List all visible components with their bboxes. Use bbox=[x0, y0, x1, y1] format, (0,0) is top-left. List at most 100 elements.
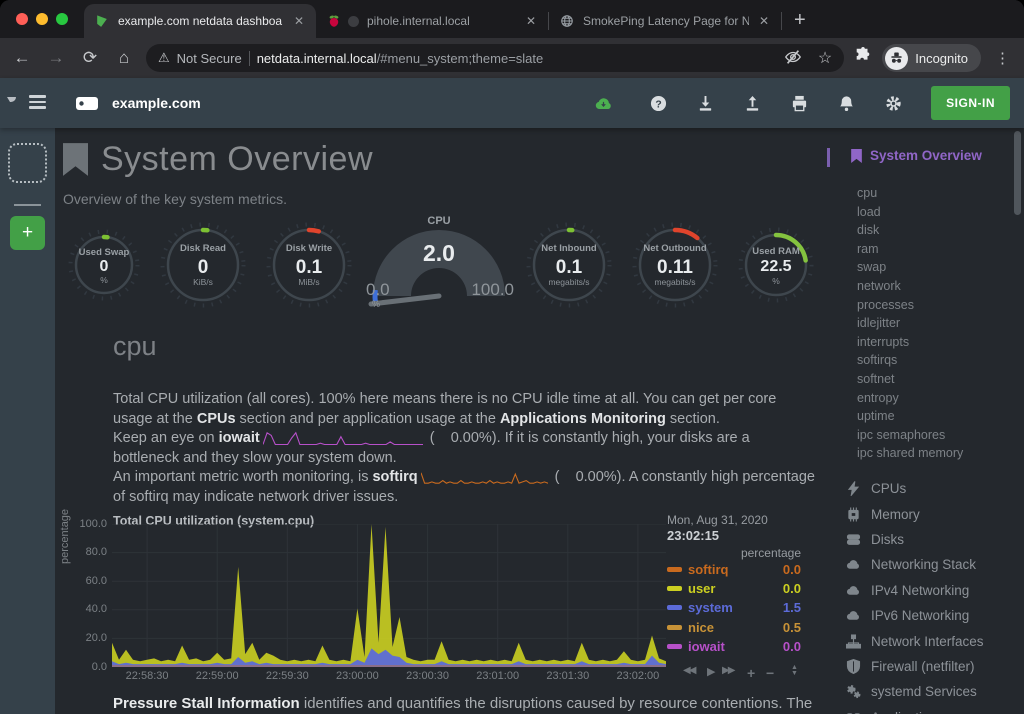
gauge-used-ram[interactable]: Used RAM 22.5 % bbox=[737, 226, 815, 304]
bookmark-star-icon[interactable]: ☆ bbox=[818, 48, 832, 68]
tab-smokeping[interactable]: SmokePing Latency Page for N ✕ bbox=[549, 4, 781, 38]
extensions-puzzle-icon[interactable] bbox=[854, 47, 872, 70]
chart-rewind-icon[interactable]: ◀◀ bbox=[683, 665, 694, 676]
menu-item-uptime[interactable]: uptime bbox=[857, 409, 963, 428]
menu-item-network[interactable]: network bbox=[857, 279, 963, 298]
cpu-section-heading: cpu bbox=[113, 331, 157, 362]
tab-pihole[interactable]: pihole.internal.local ✕ bbox=[316, 4, 548, 38]
tab-close-icon[interactable]: ✕ bbox=[757, 14, 771, 28]
help-icon[interactable]: ? bbox=[649, 94, 667, 112]
legend-row-user[interactable]: user 0.0 bbox=[667, 579, 801, 598]
zoom-window-button[interactable] bbox=[56, 13, 68, 25]
chart-play-icon[interactable]: ▶ bbox=[707, 665, 715, 678]
chart-fast-forward-icon[interactable]: ▶▶ bbox=[722, 665, 733, 676]
x-axis-tick: 22:58:30 bbox=[118, 670, 176, 682]
browser-menu-kebab-icon[interactable]: ⋮ bbox=[991, 49, 1014, 67]
cloud-status-icon[interactable] bbox=[594, 94, 612, 112]
gauge-disk-read[interactable]: Disk Read 0 KiB/s bbox=[159, 221, 247, 309]
print-icon[interactable] bbox=[790, 94, 808, 112]
tab-close-icon[interactable]: ✕ bbox=[292, 14, 306, 28]
menu-section-ipv4-networking[interactable]: IPv4 Networking bbox=[845, 578, 984, 603]
legend-row-iowait[interactable]: iowait 0.0 bbox=[667, 637, 801, 656]
legend-row-system[interactable]: system 1.5 bbox=[667, 598, 801, 617]
menu-item-load[interactable]: load bbox=[857, 205, 963, 224]
chart-resize-handle-icon[interactable]: ▲▼ bbox=[791, 665, 798, 677]
gauge-value: 0.1 bbox=[265, 257, 353, 279]
menu-section-systemd-services[interactable]: systemd Services bbox=[845, 679, 984, 704]
menu-section-ipv6-networking[interactable]: IPv6 Networking bbox=[845, 603, 984, 628]
menu-item-ipc-semaphores[interactable]: ipc semaphores bbox=[857, 428, 963, 447]
alarms-bell-icon[interactable] bbox=[837, 94, 855, 112]
import-icon[interactable] bbox=[696, 94, 714, 112]
cpu-utilization-chart[interactable] bbox=[112, 524, 666, 667]
address-bar[interactable]: ⚠ Not Secure netdata.internal.local/#men… bbox=[146, 44, 844, 72]
menu-item-softnet[interactable]: softnet bbox=[857, 372, 963, 391]
x-axis-tick: 22:59:30 bbox=[258, 670, 316, 682]
close-window-button[interactable] bbox=[16, 13, 28, 25]
gauge-net-outbound[interactable]: Net Outbound 0.11 megabits/s bbox=[631, 221, 719, 309]
gauge-net-inbound[interactable]: Net Inbound 0.1 megabits/s bbox=[525, 221, 613, 309]
eye-slash-icon[interactable] bbox=[784, 48, 802, 69]
tab-close-icon[interactable]: ✕ bbox=[524, 14, 538, 28]
node-icon bbox=[76, 97, 98, 110]
hamburger-menu-icon[interactable] bbox=[29, 95, 46, 109]
menu-item-interrupts[interactable]: interrupts bbox=[857, 335, 963, 354]
cpus-link[interactable]: CPUs bbox=[197, 411, 236, 427]
x-axis-tick: 23:02:00 bbox=[609, 670, 667, 682]
minimize-window-button[interactable] bbox=[36, 13, 48, 25]
incognito-badge[interactable]: Incognito bbox=[882, 44, 981, 72]
chart-zoom-out-icon[interactable]: − bbox=[766, 665, 774, 681]
menu-item-cpu[interactable]: cpu bbox=[857, 186, 963, 205]
menu-section-disks[interactable]: Disks bbox=[845, 527, 984, 552]
active-menu-indicator bbox=[827, 148, 830, 167]
not-secure-warning-icon: ⚠ bbox=[158, 50, 170, 66]
sign-in-button[interactable]: SIGN-IN bbox=[931, 86, 1010, 120]
menu-sections: CPUs Memory Disks Networking Stack IPv4 … bbox=[845, 476, 984, 714]
forward-button[interactable]: → bbox=[44, 48, 68, 68]
settings-gear-icon[interactable] bbox=[884, 94, 902, 112]
add-node-button[interactable]: + bbox=[10, 216, 45, 250]
menu-item-disk[interactable]: disk bbox=[857, 223, 963, 242]
menu-item-ram[interactable]: ram bbox=[857, 242, 963, 261]
menu-section-memory[interactable]: Memory bbox=[845, 501, 984, 526]
gauge-disk-write[interactable]: Disk Write 0.1 MiB/s bbox=[265, 221, 353, 309]
node-selector-placeholder[interactable] bbox=[8, 143, 47, 183]
menu-section-applications[interactable]: Applications bbox=[845, 705, 984, 714]
menu-item-system-overview[interactable]: System Overview bbox=[851, 148, 982, 163]
dashboard-content: System Overview Overview of the key syst… bbox=[55, 128, 1024, 714]
gauge-row: Used Swap 0 % Disk Read 0 KiB/s Disk Wri… bbox=[67, 218, 815, 312]
softirq-sparkline[interactable] bbox=[421, 470, 548, 486]
menu-section-network-interfaces[interactable]: Network Interfaces bbox=[845, 628, 984, 653]
tab-netdata[interactable]: example.com netdata dashboa ✕ bbox=[84, 4, 316, 38]
iowait-sparkline[interactable] bbox=[263, 430, 423, 446]
window-controls[interactable] bbox=[0, 13, 84, 38]
menu-item-swap[interactable]: swap bbox=[857, 260, 963, 279]
psi-link[interactable]: Pressure Stall Information bbox=[113, 695, 300, 712]
reload-button[interactable]: ⟳ bbox=[78, 48, 102, 68]
chart-zoom-in-icon[interactable]: + bbox=[747, 665, 755, 681]
export-icon[interactable] bbox=[743, 94, 761, 112]
scrollbar-thumb[interactable] bbox=[1014, 131, 1021, 215]
menu-item-entropy[interactable]: entropy bbox=[857, 391, 963, 410]
menu-item-idlejitter[interactable]: idlejitter bbox=[857, 316, 963, 335]
legend-row-nice[interactable]: nice 0.5 bbox=[667, 618, 801, 637]
x-axis-tick: 23:01:30 bbox=[539, 670, 597, 682]
menu-item-softirqs[interactable]: softirqs bbox=[857, 353, 963, 372]
menu-section-networking-stack[interactable]: Networking Stack bbox=[845, 552, 984, 577]
applications-monitoring-link[interactable]: Applications Monitoring bbox=[500, 411, 666, 427]
new-tab-button[interactable]: + bbox=[782, 9, 820, 38]
x-axis-tick: 23:01:00 bbox=[469, 670, 527, 682]
menu-item-processes[interactable]: processes bbox=[857, 298, 963, 317]
menu-section-firewall-netfilter[interactable]: Firewall (netfilter) bbox=[845, 654, 984, 679]
tab-title: example.com netdata dashboa bbox=[118, 14, 284, 28]
page-scrollbar[interactable] bbox=[1014, 131, 1021, 711]
gauge-cpu[interactable]: CPU 2.0 0.0 100.0 % bbox=[364, 218, 514, 312]
y-axis-tick: 60.0 bbox=[67, 575, 107, 587]
menu-section-cpus[interactable]: CPUs bbox=[845, 476, 984, 501]
legend-swatch bbox=[667, 644, 682, 649]
back-button[interactable]: ← bbox=[10, 48, 34, 68]
gauge-used-swap[interactable]: Used Swap 0 % bbox=[67, 228, 141, 302]
legend-row-softirq[interactable]: softirq 0.0 bbox=[667, 560, 801, 579]
home-button[interactable]: ⌂ bbox=[112, 48, 136, 68]
menu-item-ipc-shared-memory[interactable]: ipc shared memory bbox=[857, 446, 963, 465]
